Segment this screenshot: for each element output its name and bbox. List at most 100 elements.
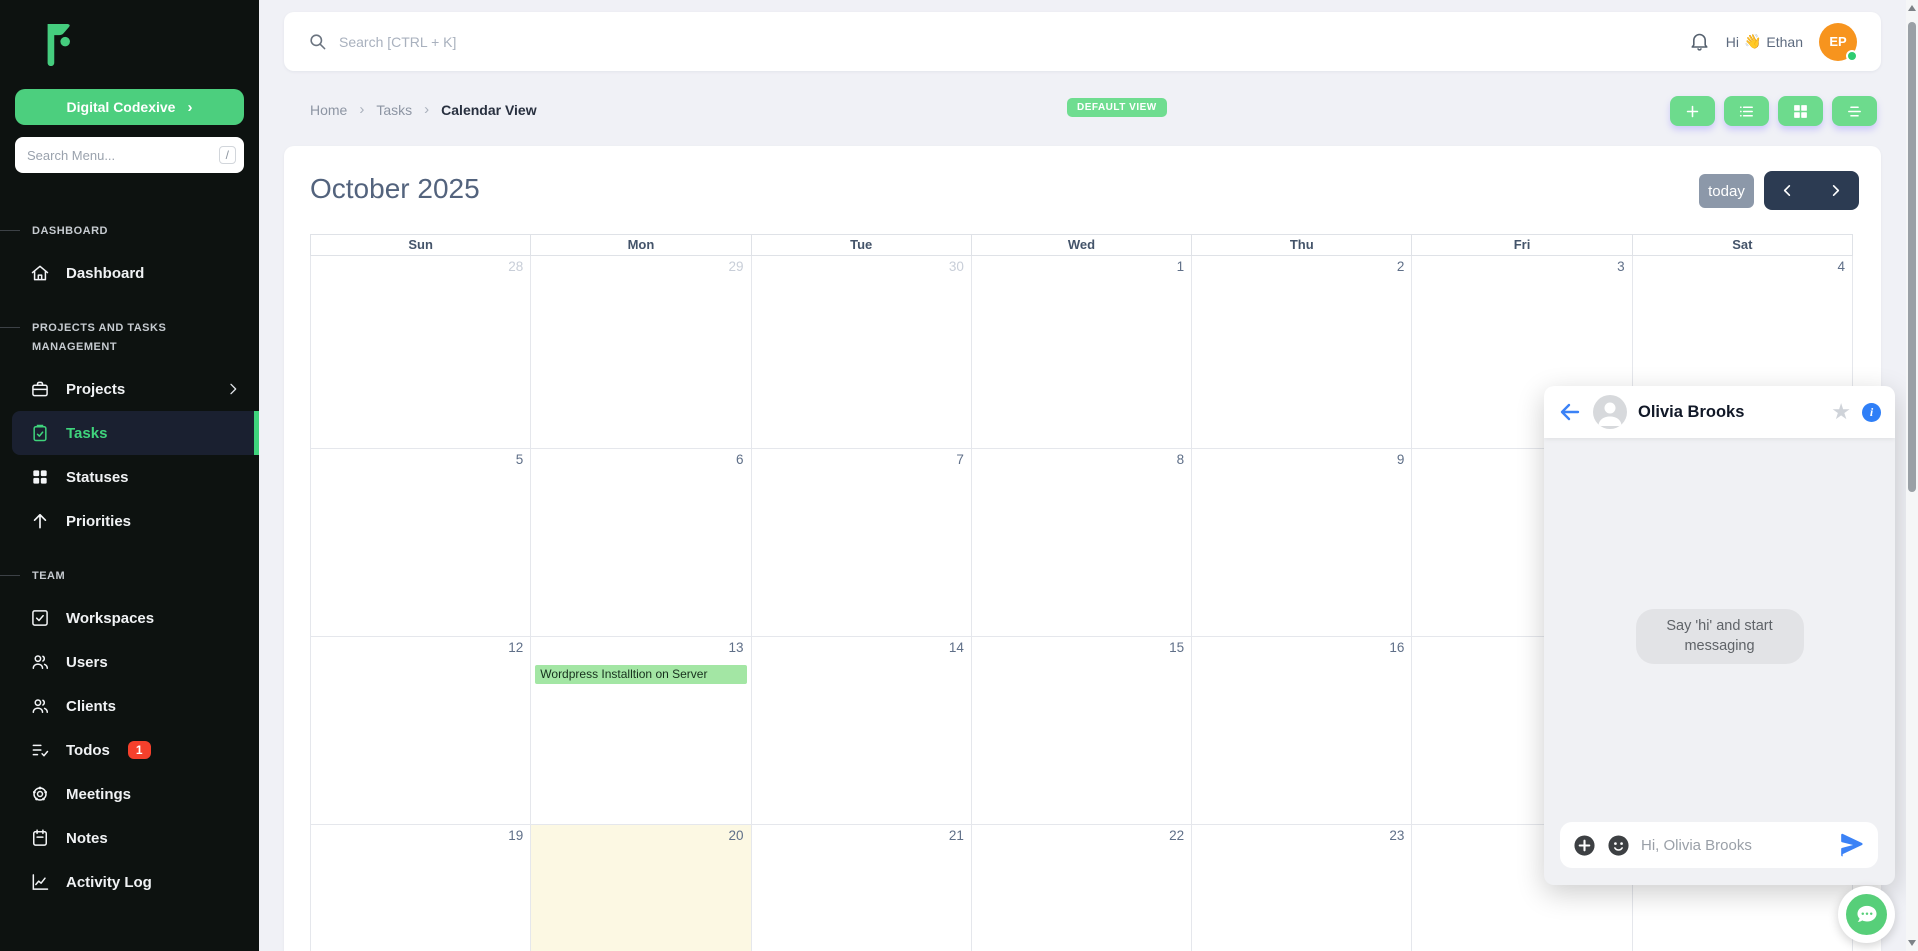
calendar-day-cell[interactable]: 13 Wordpress Installtion on Server <box>530 636 752 825</box>
sidebar-item-label: Activity Log <box>66 873 152 891</box>
sidebar-item-todos[interactable]: Todos 1 <box>0 728 259 772</box>
scroll-down-arrow[interactable] <box>1908 940 1916 946</box>
date-number: 12 <box>508 640 524 655</box>
breadcrumb: Home › Tasks › Calendar View <box>310 101 537 118</box>
sidebar-item-projects[interactable]: Projects <box>0 367 259 411</box>
chevron-right-icon <box>225 381 241 397</box>
sidebar-item-activity-log[interactable]: Activity Log <box>0 860 259 904</box>
date-number: 9 <box>1396 452 1405 467</box>
sidebar: PROPLANIFY Digital Codexive › / DASHBOAR… <box>0 0 259 951</box>
scroll-up-arrow[interactable] <box>1908 5 1916 11</box>
calendar-day-cell[interactable]: 19 <box>309 824 532 951</box>
attach-plus-icon[interactable] <box>1573 834 1596 857</box>
emoji-icon[interactable] <box>1607 834 1630 857</box>
chat-message-input[interactable] <box>1641 836 1828 854</box>
calendar-day-cell[interactable]: 7 <box>750 448 972 637</box>
star-favorite-icon[interactable]: ★ <box>1831 401 1851 423</box>
next-month-button[interactable] <box>1812 171 1860 210</box>
calendar-day-cell[interactable]: 23 <box>1191 824 1413 951</box>
users-icon <box>30 652 50 672</box>
calendar-event[interactable]: Wordpress Installtion on Server <box>535 665 747 684</box>
sidebar-item-priorities[interactable]: Priorities <box>0 499 259 543</box>
date-number: 20 <box>728 828 744 843</box>
sidebar-item-label: Priorities <box>66 512 132 530</box>
list-view-button[interactable] <box>1724 96 1769 126</box>
calendar-day-cell[interactable]: 9 <box>1191 448 1413 637</box>
day-header: Sun <box>309 234 532 256</box>
grid-icon <box>1792 103 1809 120</box>
calendar-day-cell[interactable]: 5 <box>309 448 532 637</box>
date-number: 8 <box>1176 452 1185 467</box>
sidebar-item-label: Notes <box>66 829 108 847</box>
briefcase-icon <box>30 379 50 399</box>
vertical-scrollbar[interactable] <box>1906 0 1918 951</box>
calendar-day-cell[interactable]: 28 <box>309 255 532 449</box>
date-number: 28 <box>508 259 524 274</box>
workspace-switcher-button[interactable]: Digital Codexive › <box>15 89 244 125</box>
sidebar-item-clients[interactable]: Clients <box>0 684 259 728</box>
calendar-day-cell[interactable]: 29 <box>530 255 752 449</box>
chat-input-bar <box>1560 822 1878 868</box>
brand-logo-icon <box>40 14 78 74</box>
sidebar-item-notes[interactable]: Notes <box>0 816 259 860</box>
sidebar-item-label: Tasks <box>66 424 108 442</box>
day-header: Fri <box>1411 234 1633 256</box>
sidebar-item-tasks[interactable]: Tasks <box>12 411 259 455</box>
board-view-button[interactable] <box>1778 96 1823 126</box>
nav-section-label: PROJECTS AND TASKS MANAGEMENT <box>0 319 259 357</box>
date-number: 15 <box>1169 640 1185 655</box>
arrow-up-icon <box>30 511 50 531</box>
calendar-day-cell[interactable]: 15 <box>970 636 1193 825</box>
chevron-right-icon: › <box>187 98 193 116</box>
active-indicator <box>254 411 259 455</box>
section-title: TEAM <box>32 570 66 582</box>
scrollbar-thumb[interactable] <box>1908 22 1916 492</box>
prev-month-button[interactable] <box>1764 171 1812 210</box>
sidebar-item-dashboard[interactable]: Dashboard <box>0 251 259 295</box>
todos-count-badge: 1 <box>127 741 151 759</box>
user-greeting: Hi 👋 Ethan <box>1725 33 1803 50</box>
sidebar-item-users[interactable]: Users <box>0 640 259 684</box>
calendar-day-cell[interactable]: 16 <box>1191 636 1413 825</box>
breadcrumb-tasks[interactable]: Tasks <box>376 102 412 118</box>
online-status-dot <box>1846 49 1858 62</box>
date-number: 7 <box>956 452 964 467</box>
today-button[interactable]: today <box>1699 174 1754 208</box>
calendar-day-cell[interactable]: 30 <box>750 255 972 449</box>
user-avatar[interactable]: EP <box>1819 22 1858 62</box>
calendar-day-cell[interactable]: 22 <box>970 824 1193 951</box>
back-arrow-icon[interactable] <box>1558 400 1582 424</box>
date-number: 23 <box>1389 828 1405 843</box>
sidebar-item-label: Statuses <box>66 468 129 486</box>
date-number: 16 <box>1389 640 1405 655</box>
align-center-icon <box>1846 103 1863 120</box>
timeline-view-button[interactable] <box>1832 96 1877 126</box>
calendar-day-cell[interactable]: 2 <box>1191 255 1413 449</box>
calendar-day-cell[interactable]: 1 <box>970 255 1193 449</box>
calendar-day-cell[interactable]: 14 <box>750 636 972 825</box>
info-icon[interactable]: i <box>1862 402 1881 422</box>
nav-section-label: DASHBOARD <box>0 222 259 241</box>
workspace-name: Digital Codexive <box>66 99 176 115</box>
global-search-input[interactable] <box>339 33 1689 50</box>
notifications-bell-icon[interactable] <box>1689 31 1710 52</box>
calendar-day-cell[interactable]: 6 <box>530 448 752 637</box>
sidebar-item-statuses[interactable]: Statuses <box>0 455 259 499</box>
add-task-button[interactable] <box>1670 96 1715 126</box>
calendar-day-cell[interactable]: 20 <box>530 824 752 951</box>
sidebar-item-workspaces[interactable]: Workspaces <box>0 596 259 640</box>
chat-fab-button[interactable] <box>1838 886 1895 943</box>
date-number: 4 <box>1837 259 1845 274</box>
day-header: Tue <box>750 234 972 256</box>
calendar-day-cell[interactable]: 8 <box>970 448 1193 637</box>
sidebar-search-input[interactable] <box>27 147 219 163</box>
calendar-day-cell[interactable]: 21 <box>750 824 972 951</box>
date-number: 6 <box>736 452 744 467</box>
list-check-icon <box>30 740 50 760</box>
calendar-day-cell[interactable]: 12 <box>309 636 532 825</box>
section-divider <box>0 230 20 231</box>
sidebar-item-label: Todos <box>66 741 110 759</box>
send-icon[interactable] <box>1839 832 1865 858</box>
breadcrumb-home[interactable]: Home <box>310 102 347 118</box>
sidebar-item-meetings[interactable]: Meetings <box>0 772 259 816</box>
